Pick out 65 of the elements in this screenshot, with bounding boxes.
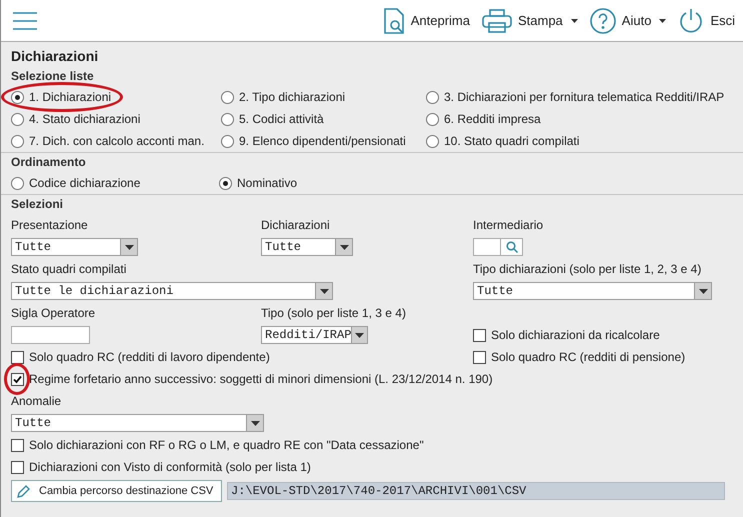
field-label: Anomalie (11, 394, 62, 408)
checkbox[interactable] (473, 350, 486, 364)
radio-button[interactable] (11, 112, 24, 126)
section-heading: Ordinamento (11, 154, 87, 171)
search-icon (506, 241, 518, 253)
checkbox[interactable] (11, 460, 24, 474)
pencil-icon (17, 484, 31, 498)
checkbox[interactable] (11, 438, 24, 452)
radio-button[interactable] (426, 90, 439, 104)
radio-button[interactable] (11, 176, 24, 190)
power-icon (678, 8, 704, 34)
option-label: 1. Dichiarazioni (29, 90, 112, 104)
document-search-icon (382, 8, 405, 34)
field-label: Dichiarazioni (261, 218, 330, 232)
option-label: 5. Codici attività (239, 112, 324, 126)
checkbox[interactable] (473, 328, 486, 342)
radio-button[interactable] (219, 176, 232, 190)
intermediary-field[interactable] (473, 238, 501, 256)
toolbar-button[interactable]: Aiuto (590, 8, 666, 34)
field-label: Stato quadri compilati (11, 262, 126, 276)
search-button[interactable] (501, 238, 523, 256)
radio-option[interactable]: 1. Dichiarazioni (11, 90, 112, 104)
field-label: Intermediario (473, 218, 544, 232)
option-label: 6. Redditi impresa (444, 112, 541, 126)
page-title: Dichiarazioni (10, 47, 100, 66)
dropdown[interactable]: Redditi/IRAP (261, 326, 368, 344)
radio-option[interactable]: 6. Redditi impresa (426, 112, 541, 126)
radio-button[interactable] (11, 134, 24, 148)
radio-option[interactable]: Nominativo (219, 176, 298, 190)
field-label: Tipo (solo per liste 1, 3 e 4) (261, 306, 406, 320)
checkbox[interactable] (11, 350, 24, 364)
radio-button[interactable] (11, 90, 24, 104)
radio-button[interactable] (221, 134, 234, 148)
section-heading: Selezione liste (11, 68, 95, 85)
radio-button[interactable] (221, 90, 234, 104)
section-heading: Selezioni (11, 196, 64, 213)
dropdown-arrow-icon (320, 288, 328, 294)
change-path-button[interactable]: Cambia percorso destinazione CSV (11, 480, 222, 502)
field-label: Sigla Operatore (11, 306, 96, 320)
radio-option[interactable]: 5. Codici attività (221, 112, 324, 126)
dropdown[interactable]: Tutte (11, 238, 138, 256)
toolbar-button[interactable]: Anteprima (382, 8, 470, 34)
dropdown-arrow-icon (340, 244, 348, 250)
dropdown-arrow-icon (124, 244, 134, 250)
path-field: J:\EVOL-STD\2017\740-2017\ARCHIVI\001\CSV (227, 482, 725, 500)
dropdown-arrow-icon (698, 288, 708, 294)
dropdown[interactable]: Tutte le dichiarazioni (11, 282, 333, 300)
radio-button[interactable] (426, 134, 439, 148)
checkbox[interactable] (11, 372, 24, 386)
dropdown[interactable]: Tutte (473, 282, 712, 300)
dropdown-arrow-icon (355, 332, 364, 338)
toolbar-button[interactable]: Esci (678, 8, 735, 34)
menu-icon[interactable] (13, 12, 37, 30)
dropdown[interactable]: Tutte (11, 414, 264, 432)
option-label: Nominativo (237, 176, 298, 190)
help-icon (590, 8, 616, 34)
toolbar-button[interactable]: Stampa (482, 8, 578, 32)
printer-icon (482, 8, 512, 32)
dropdown[interactable]: Tutte (261, 238, 353, 256)
radio-button[interactable] (426, 112, 439, 126)
field-label: Presentazione (11, 218, 88, 232)
radio-button[interactable] (221, 112, 234, 126)
operator-field[interactable] (11, 326, 90, 344)
field-label: Tipo dichiarazioni (solo per liste 1, 2, 3 e 4) (473, 262, 702, 276)
dropdown-arrow-icon (250, 420, 260, 426)
